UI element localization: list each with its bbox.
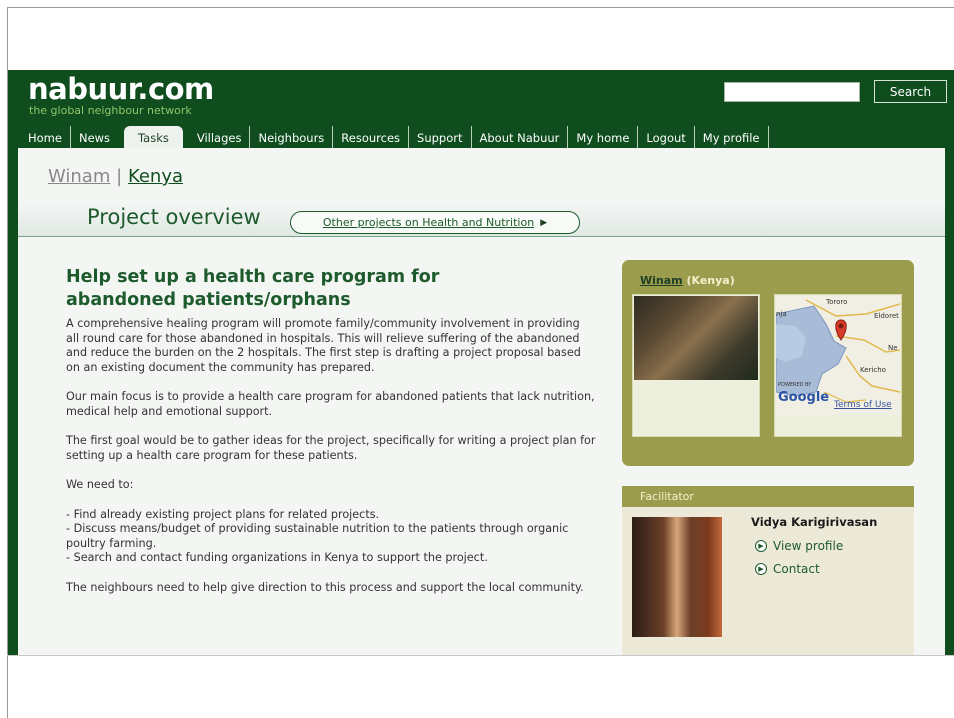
breadcrumb-country-link[interactable]: Kenya [128,166,183,187]
search-button[interactable]: Search [874,80,947,103]
map-attribution: POWERED BY [778,382,812,388]
terms-of-use-link[interactable]: Terms of Use [834,400,892,410]
breadcrumb-separator: | [116,166,123,187]
village-country: (Kenya) [686,274,735,287]
project-paragraph: The neighbours need to help give directi… [66,580,584,594]
main-nav: Home News Tasks Villages Neighbours Reso… [20,126,769,148]
view-profile-label: View profile [773,539,844,553]
nav-item-my-profile[interactable]: My profile [695,126,769,148]
village-map-frame: nja Tororo Eldoret Ne Kericho POWERED BY… [774,294,902,437]
project-task-list: - Find already existing project plans fo… [66,507,569,565]
map-label: Tororo [826,298,848,306]
other-projects-label: Other projects on Health and Nutrition [322,216,535,229]
village-photo-frame [632,294,760,437]
nav-item-home[interactable]: Home [20,126,71,148]
project-paragraph: We need to: [66,478,134,491]
project-paragraph: Our main focus is to provide a health ca… [66,390,595,418]
project-description: Help set up a health care program for ab… [66,266,596,610]
play-arrow-icon: ▶ [540,217,548,228]
nav-item-about[interactable]: About Nabuur [472,126,569,148]
nav-item-news[interactable]: News [71,126,118,148]
page-title: Project overview [87,205,261,229]
nav-item-support[interactable]: Support [409,126,472,148]
breadcrumb: Winam | Kenya [48,166,183,187]
content-area: Winam | Kenya Project overview Other pro… [18,148,945,655]
village-photo[interactable] [634,296,758,380]
facilitator-box: Facilitator Vidya Karigirivasan ▶ View p… [622,486,914,655]
map-label: Kericho [860,366,886,374]
view-profile-link[interactable]: ▶ View profile [755,539,843,553]
screenshot-border-top [7,7,954,8]
breadcrumb-village-link[interactable]: Winam [48,166,110,187]
site-tagline: the global neighbour network [29,104,192,117]
project-overview-band: Project overview Other projects on Healt… [18,203,945,237]
nav-item-my-home[interactable]: My home [568,126,639,148]
project-paragraph: A comprehensive healing program will pro… [66,317,581,374]
play-circle-icon: ▶ [755,540,767,552]
map-label: Eldoret [874,312,899,320]
search-input[interactable] [724,82,860,102]
screenshot-border-bottom [7,655,954,656]
site-logo[interactable]: nabuur.com [28,72,214,106]
nav-item-logout[interactable]: Logout [638,126,695,148]
nav-item-resources[interactable]: Resources [333,126,410,148]
nav-item-villages[interactable]: Villages [189,126,251,148]
nav-item-tasks[interactable]: Tasks [124,126,183,148]
village-box: Winam (Kenya) nja Tororo Eldoret Ne Keri… [622,260,914,466]
facilitator-header: Facilitator [622,486,914,507]
play-circle-icon: ▶ [755,563,767,575]
google-logo: Google [778,390,830,405]
contact-label: Contact [773,562,820,576]
village-map[interactable]: nja Tororo Eldoret Ne Kericho POWERED BY… [776,296,900,414]
village-link[interactable]: Winam [640,274,683,287]
facilitator-avatar[interactable] [632,517,722,637]
facilitator-name: Vidya Karigirivasan [751,515,878,529]
contact-link[interactable]: ▶ Contact [755,562,820,576]
map-label: Ne [888,344,898,352]
other-projects-button[interactable]: Other projects on Health and Nutrition ▶ [290,211,580,234]
village-box-title: Winam (Kenya) [640,274,735,287]
map-label: nja [776,310,787,318]
site-frame: nabuur.com the global neighbour network … [8,70,954,655]
project-paragraph: The first goal would be to gather ideas … [66,434,596,462]
nav-item-neighbours[interactable]: Neighbours [250,126,334,148]
project-headline: Help set up a health care program for ab… [66,267,440,310]
